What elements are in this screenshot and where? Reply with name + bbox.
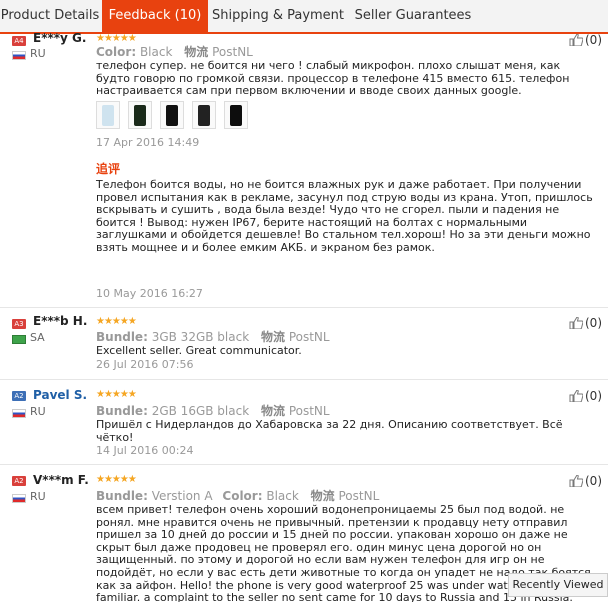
order-info: Bundle: 2GB 16GB black 物流 PostNL [96, 402, 330, 419]
review-photo-thumb[interactable] [96, 101, 120, 129]
rating-stars: ★★★★★ [96, 474, 137, 485]
helpful-button[interactable]: (0) [569, 316, 602, 330]
logistics-value: PostNL [212, 45, 253, 59]
helpful-button[interactable]: (0) [569, 33, 602, 47]
bundle-value: 2GB 16GB black [151, 404, 250, 418]
color-value: Black [139, 45, 173, 59]
review-date: 14 Jul 2016 00:24 [96, 444, 194, 457]
review-text: Excellent seller. Great communicator. [96, 344, 302, 357]
country-flag-icon [12, 335, 26, 344]
helpful-count: (0) [585, 389, 602, 403]
buyer-country: SA [30, 331, 45, 344]
country-flag-icon [12, 494, 26, 503]
color-label: Color: [222, 489, 263, 503]
tab-feedback[interactable]: Feedback (10) [102, 0, 208, 32]
recently-viewed-button[interactable]: Recently Viewed [508, 573, 608, 597]
logistics-value: PostNL [338, 489, 380, 503]
review-date: 17 Apr 2016 14:49 [96, 136, 200, 149]
thumbs-up-icon [569, 317, 583, 329]
thumbs-up-icon [569, 390, 583, 402]
helpful-count: (0) [585, 316, 602, 330]
review-photo-thumb[interactable] [160, 101, 184, 129]
bundle-value: Verstion A [151, 489, 213, 503]
bundle-label: Bundle: [96, 489, 148, 503]
logistics-label: 物流 [310, 489, 335, 503]
review-photo-thumb[interactable] [128, 101, 152, 129]
additional-feedback-date: 10 May 2016 16:27 [96, 287, 203, 300]
tab-product-details[interactable]: Product Details [0, 0, 100, 32]
helpful-count: (0) [585, 33, 602, 47]
thumbs-up-icon [569, 34, 583, 46]
helpful-count: (0) [585, 474, 602, 488]
bundle-value: 3GB 32GB black [151, 330, 250, 344]
review-photo-thumb[interactable] [192, 101, 216, 129]
color-label: Color: [96, 45, 137, 59]
logistics-label: 物流 [260, 330, 285, 344]
logistics-label: 物流 [260, 404, 285, 418]
buyer-level-badge: A2 [12, 476, 26, 486]
review-item: A2 Pavel S. RU ★★★★★ Bundle: 2GB 16GB bl… [0, 379, 608, 465]
bundle-label: Bundle: [96, 330, 148, 344]
buyer-country: RU [30, 490, 46, 503]
buyer-name: E***b H. [33, 314, 88, 328]
buyer-level-badge: A2 [12, 391, 26, 401]
buyer-level-badge: A3 [12, 319, 26, 329]
feedback-tabs: Product Details Feedback (10) Shipping &… [0, 0, 608, 34]
buyer-level-badge: A4 [12, 36, 26, 46]
country-flag-icon [12, 409, 26, 418]
order-info: Bundle: 3GB 32GB black 物流 PostNL [96, 328, 330, 345]
order-info: Bundle: Verstion A Color: Black 物流 PostN… [96, 487, 379, 504]
review-text: телефон супер. не боится ни чего ! слабы… [96, 59, 570, 98]
review-date: 26 Jul 2016 07:56 [96, 358, 194, 371]
logistics-label: 物流 [184, 45, 209, 59]
tab-shipping-payment[interactable]: Shipping & Payment [208, 0, 348, 32]
tab-seller-guarantees[interactable]: Seller Guarantees [350, 0, 476, 32]
review-text: Пришёл с Нидерландов до Хабаровска за 22… [96, 418, 563, 444]
rating-stars: ★★★★★ [96, 389, 137, 400]
review-item: A4 E***y G. RU ★★★★★ Color: Black 物流 Pos… [0, 31, 608, 308]
additional-feedback-label: 追评 [96, 162, 121, 176]
helpful-button[interactable]: (0) [569, 474, 602, 488]
buyer-name-link[interactable]: Pavel S. [33, 388, 87, 402]
review-item: A3 E***b H. SA ★★★★★ Bundle: 3GB 32GB bl… [0, 307, 608, 380]
rating-stars: ★★★★★ [96, 316, 137, 327]
color-value: Black [266, 489, 299, 503]
order-info: Color: Black 物流 PostNL [96, 43, 253, 60]
buyer-name: V***m F. [33, 473, 89, 487]
review-photo-thumb[interactable] [224, 101, 248, 129]
additional-feedback-text: Телефон боится воды, но не боится влажны… [96, 178, 593, 254]
helpful-button[interactable]: (0) [569, 389, 602, 403]
logistics-value: PostNL [288, 330, 330, 344]
buyer-country: RU [30, 405, 46, 418]
thumbs-up-icon [569, 475, 583, 487]
country-flag-icon [12, 51, 26, 60]
bundle-label: Bundle: [96, 404, 148, 418]
logistics-value: PostNL [288, 404, 330, 418]
buyer-name: E***y G. [33, 31, 87, 45]
buyer-country: RU [30, 47, 46, 60]
